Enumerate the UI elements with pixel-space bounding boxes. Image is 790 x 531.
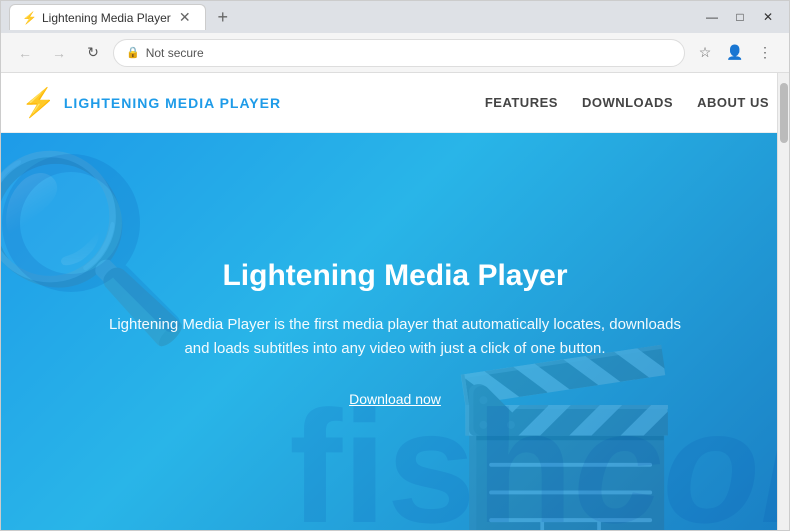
hero-section: 🔍 🎬 fishcom Lightening Media Player Ligh… [1, 133, 789, 530]
download-now-link[interactable]: Download now [349, 391, 441, 407]
close-button[interactable]: ✕ [755, 4, 781, 30]
minimize-button[interactable]: — [699, 4, 725, 30]
site-nav-links: FEATURES DOWNLOADS ABOUT US [485, 95, 769, 110]
reload-button[interactable]: ↻ [79, 39, 107, 67]
nav-link-about-us[interactable]: ABOUT US [697, 95, 769, 110]
site-logo[interactable]: ⚡ LIGHTENING MEDIA PLAYER [21, 86, 281, 119]
profile-button[interactable]: 👤 [721, 39, 749, 67]
hero-title: Lightening Media Player [222, 259, 567, 293]
address-actions: ☆ 👤 ⋮ [691, 39, 779, 67]
scrollbar[interactable] [777, 73, 789, 530]
content-area: ⚡ LIGHTENING MEDIA PLAYER FEATURES DOWNL… [1, 73, 789, 530]
url-input[interactable]: 🔒 Not secure [113, 39, 685, 67]
tab-close-button[interactable]: ✕ [177, 10, 193, 26]
url-text: Not secure [146, 46, 204, 60]
hero-description: Lightening Media Player is the first med… [95, 313, 695, 361]
site-navbar: ⚡ LIGHTENING MEDIA PLAYER FEATURES DOWNL… [1, 73, 789, 133]
browser-frame: ⚡ Lightening Media Player ✕ + — □ ✕ ← → … [0, 0, 790, 531]
nav-link-downloads[interactable]: DOWNLOADS [582, 95, 673, 110]
tab-favicon: ⚡ [22, 11, 36, 25]
back-button[interactable]: ← [11, 39, 39, 67]
title-bar: ⚡ Lightening Media Player ✕ + — □ ✕ [1, 1, 789, 33]
new-tab-button[interactable]: + [210, 4, 236, 30]
maximize-button[interactable]: □ [727, 4, 753, 30]
window-controls: — □ ✕ [699, 4, 781, 30]
scrollbar-thumb[interactable] [780, 83, 788, 143]
active-tab[interactable]: ⚡ Lightening Media Player ✕ [9, 4, 206, 30]
address-bar: ← → ↻ 🔒 Not secure ☆ 👤 ⋮ [1, 33, 789, 73]
bookmark-button[interactable]: ☆ [691, 39, 719, 67]
lock-icon: 🔒 [126, 46, 140, 59]
tab-bar: ⚡ Lightening Media Player ✕ + [9, 4, 699, 30]
forward-button[interactable]: → [45, 39, 73, 67]
nav-link-features[interactable]: FEATURES [485, 95, 558, 110]
logo-bolt-icon: ⚡ [21, 86, 56, 119]
tab-title: Lightening Media Player [42, 11, 171, 25]
menu-button[interactable]: ⋮ [751, 39, 779, 67]
logo-text: LIGHTENING MEDIA PLAYER [64, 95, 281, 111]
